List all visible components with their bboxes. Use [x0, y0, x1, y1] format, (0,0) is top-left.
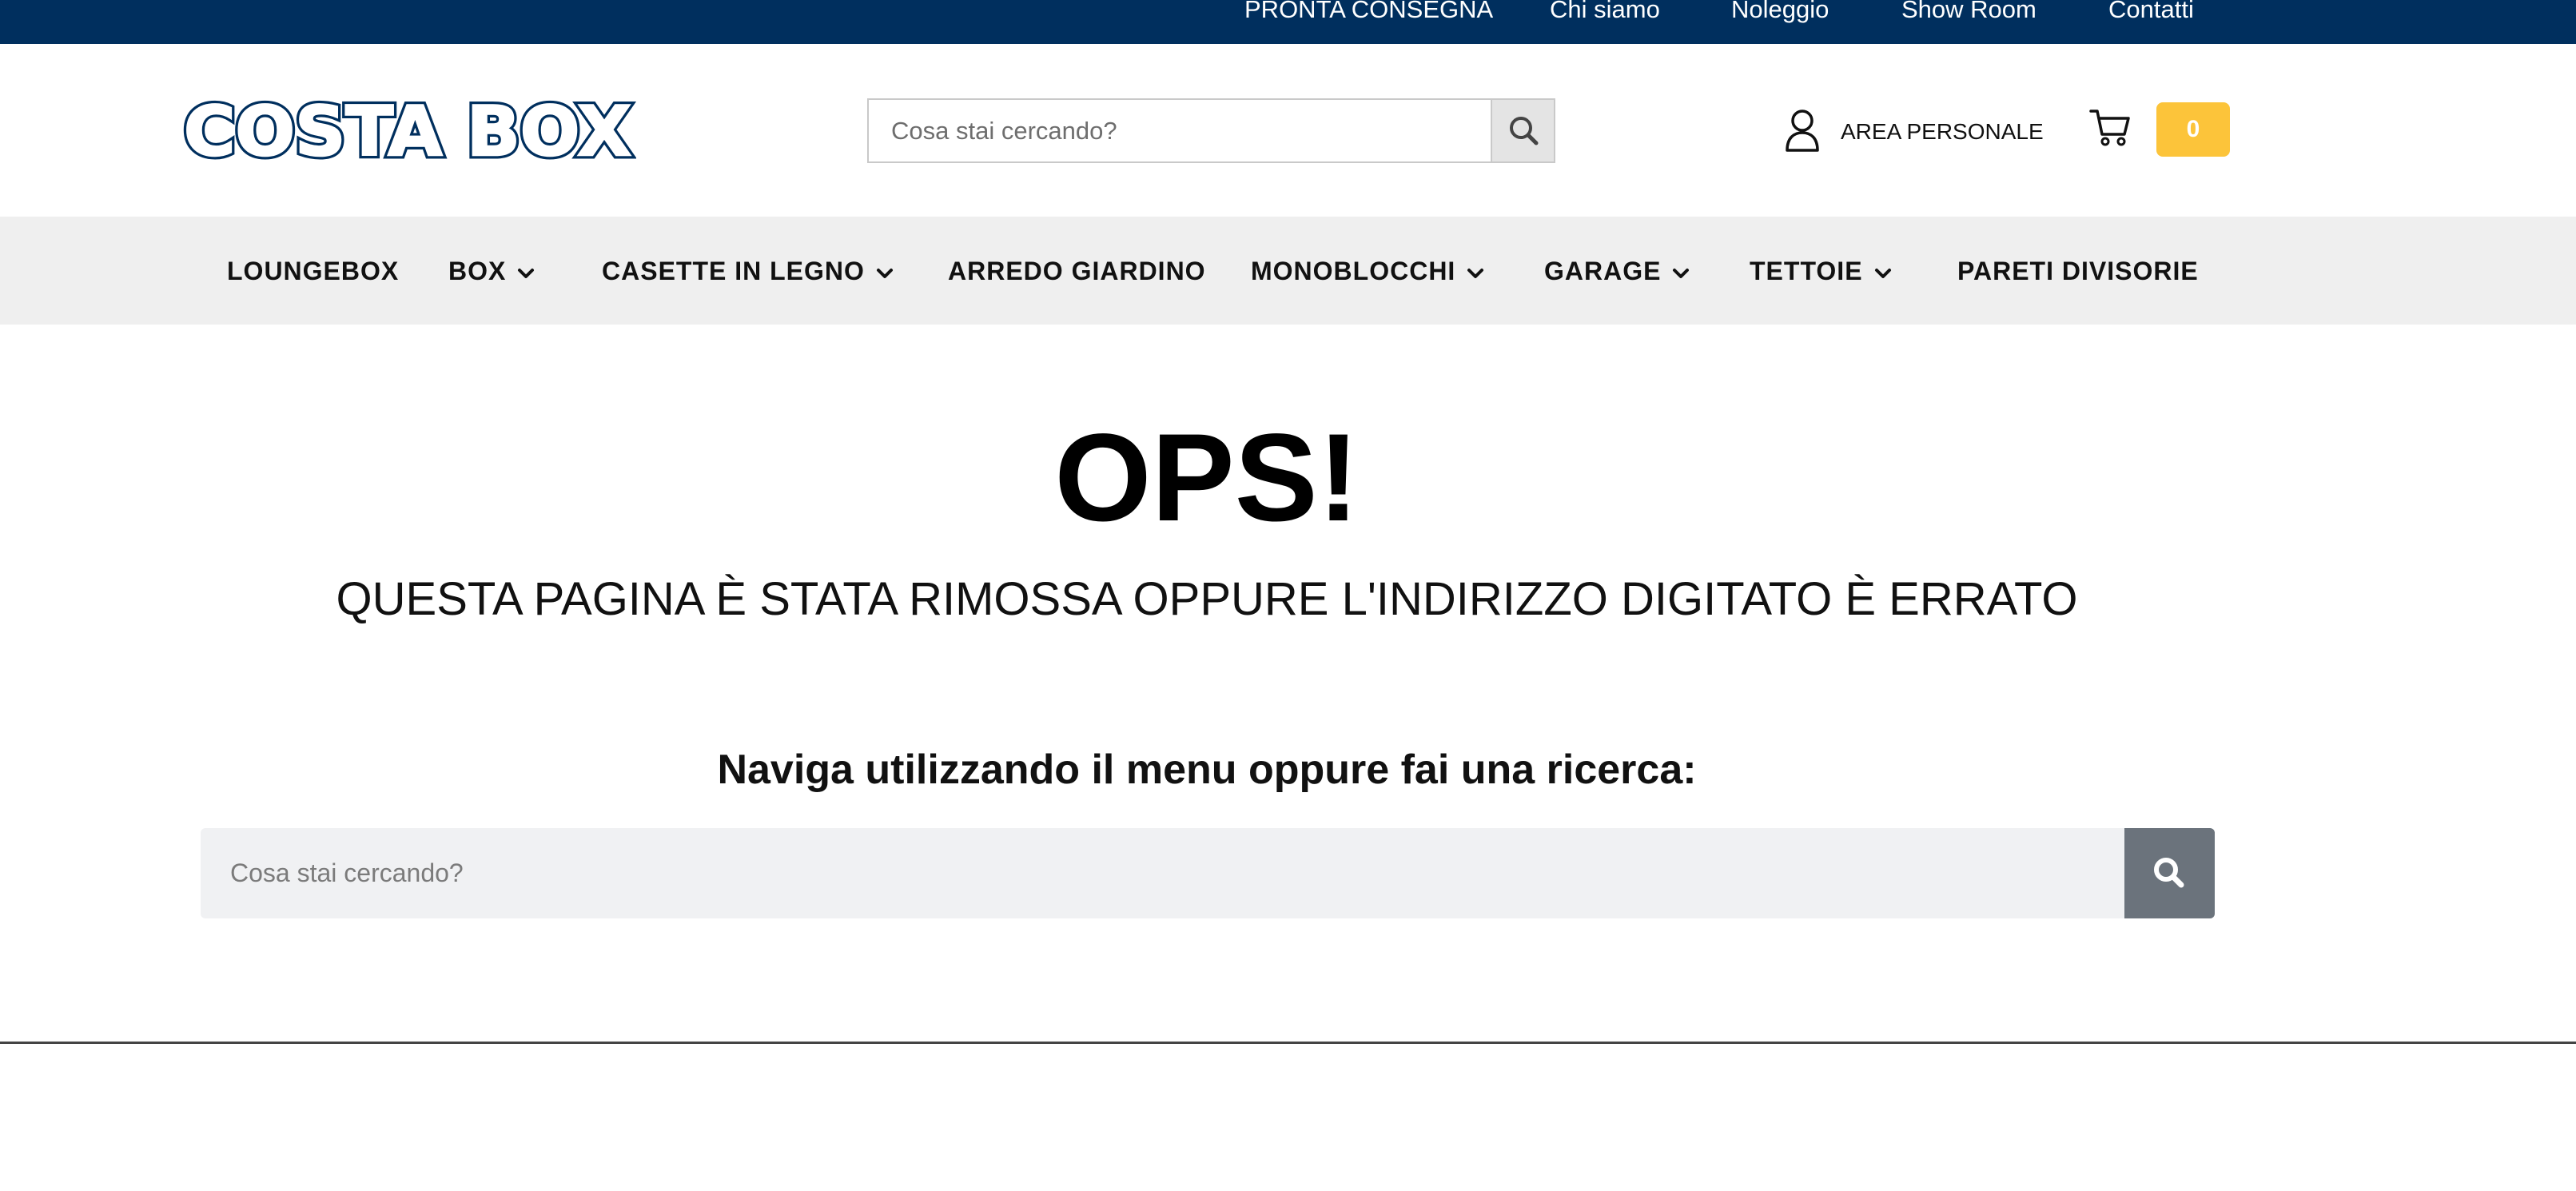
- search-icon: [1510, 117, 1539, 145]
- nav-item-label: GARAGE: [1544, 257, 1662, 285]
- topbar: PRONTA CONSEGNA Chi siamo Noleggio Show …: [0, 0, 2576, 44]
- nav-item-garage[interactable]: GARAGE: [1544, 253, 1690, 289]
- topbar-link-contatti[interactable]: Contatti: [2108, 0, 2194, 24]
- nav-item-arredo-giardino[interactable]: ARREDO GIARDINO: [948, 253, 1206, 289]
- chevron-down-icon: [1467, 268, 1484, 278]
- topbar-link-pronta-consegna[interactable]: PRONTA CONSEGNA: [1244, 0, 1493, 24]
- account-link[interactable]: AREA PERSONALE: [1782, 108, 2044, 156]
- site-logo[interactable]: COSTA BOX COSTA BOX: [181, 89, 636, 176]
- header-search-button[interactable]: [1491, 100, 1554, 161]
- logo-inline-stroke: COSTA BOX: [184, 93, 631, 165]
- header-search-input[interactable]: [869, 100, 1491, 161]
- cart-count-badge[interactable]: 0: [2156, 102, 2230, 157]
- nav-item-label: PARETI DIVISORIE: [1957, 257, 2199, 285]
- chevron-down-icon: [518, 268, 535, 278]
- cart-icon: [2089, 110, 2130, 146]
- nav-item-tettoie[interactable]: TETTOIE: [1750, 253, 1892, 289]
- main-nav: LOUNGEBOX BOX CASETTE IN LEGNO ARREDO GI…: [0, 217, 2576, 325]
- nav-item-label: TETTOIE: [1750, 257, 1863, 285]
- nav-item-label: LOUNGEBOX: [227, 257, 400, 285]
- navigation-hint: Naviga utilizzando il menu oppure fai un…: [717, 747, 1697, 793]
- topbar-link-show-room[interactable]: Show Room: [1901, 0, 2037, 24]
- chevron-down-icon: [1673, 268, 1690, 278]
- error-search: [201, 828, 2215, 918]
- nav-item-casette-in-legno[interactable]: CASETTE IN LEGNO: [602, 253, 894, 289]
- cart-button[interactable]: [2089, 107, 2131, 147]
- nav-item-label: BOX: [448, 257, 507, 285]
- logo-wordmark: COSTA BOX COSTA BOX: [181, 89, 635, 176]
- topbar-nav: PRONTA CONSEGNA Chi siamo Noleggio Show …: [0, 0, 2576, 44]
- error-title: OPS!: [1054, 408, 1360, 548]
- search-icon: [2154, 858, 2184, 888]
- chevron-down-icon: [876, 268, 893, 278]
- nav-item-monoblocchi[interactable]: MONOBLOCCHI: [1251, 253, 1484, 289]
- nav-item-pareti-divisorie[interactable]: PARETI DIVISORIE: [1957, 253, 2199, 289]
- chevron-down-icon: [1874, 268, 1891, 278]
- error-search-button[interactable]: [2124, 828, 2215, 918]
- header-search: [867, 98, 1555, 163]
- account-label: AREA PERSONALE: [1841, 119, 2044, 144]
- error-search-input[interactable]: [201, 828, 2124, 918]
- error-subtitle: QUESTA PAGINA È STATA RIMOSSA OPPURE L'I…: [336, 573, 2078, 625]
- topbar-link-noleggio[interactable]: Noleggio: [1731, 0, 1829, 24]
- page-divider: [0, 1042, 2576, 1044]
- nav-item-box[interactable]: BOX: [448, 253, 535, 289]
- nav-item-label: CASETTE IN LEGNO: [602, 257, 865, 285]
- topbar-link-chi-siamo[interactable]: Chi siamo: [1550, 0, 1660, 24]
- user-icon: [1786, 110, 1819, 152]
- nav-item-label: ARREDO GIARDINO: [948, 257, 1206, 285]
- nav-item-label: MONOBLOCCHI: [1251, 257, 1456, 285]
- nav-item-loungebox[interactable]: LOUNGEBOX: [227, 253, 399, 289]
